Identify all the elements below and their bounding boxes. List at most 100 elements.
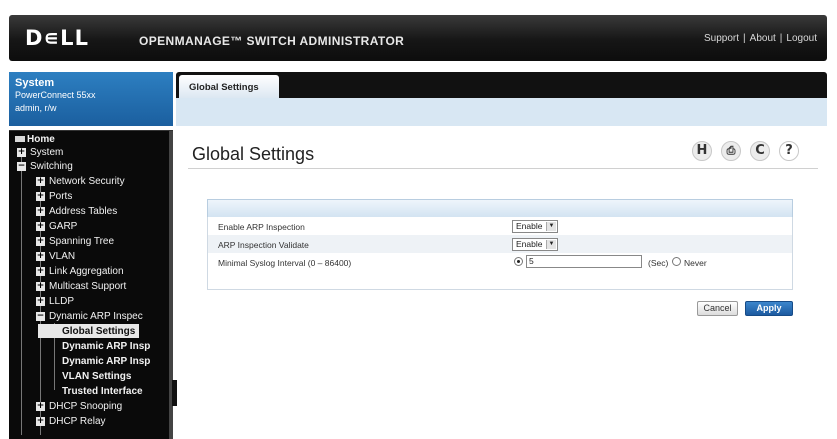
system-info-box: System PowerConnect 55xx admin, r/w — [9, 72, 173, 126]
apply-button[interactable]: Apply — [745, 301, 793, 316]
tree-label: Dynamic ARP Insp — [62, 340, 151, 352]
tree-label: GARP — [49, 220, 78, 232]
dropdown-arrow-icon: ▼ — [546, 222, 556, 231]
form-header — [207, 199, 793, 217]
tab-global-settings[interactable]: Global Settings — [179, 75, 279, 98]
user-info: admin, r/w — [15, 103, 57, 113]
never-radio[interactable] — [672, 257, 681, 266]
panel-splitter[interactable] — [172, 380, 177, 406]
tree-item-vlan-settings[interactable]: VLAN Settings — [62, 369, 131, 383]
row-label: ARP Inspection Validate — [218, 240, 309, 250]
tree-item-garp[interactable]: + GARP — [36, 219, 77, 233]
home-icon — [15, 136, 25, 142]
expand-icon[interactable]: + — [36, 221, 45, 231]
tree-item-dynamic-arp-insp-1[interactable]: Dynamic ARP Insp — [62, 339, 150, 353]
tree-item-spanning-tree[interactable]: + Spanning Tree — [36, 234, 114, 248]
tree-label: LLDP — [49, 295, 75, 307]
tree-item-dhcp-relay[interactable]: + DHCP Relay — [36, 414, 106, 428]
tree-label: Switching — [30, 160, 73, 172]
tree-item-network-security[interactable]: + Network Security — [36, 174, 125, 188]
form-row-empty — [207, 271, 793, 289]
tree-label: Link Aggregation — [49, 265, 124, 277]
tree-label: Global Settings — [62, 325, 136, 337]
collapse-icon[interactable]: − — [36, 311, 45, 321]
tree-label: VLAN — [49, 250, 76, 262]
cancel-button[interactable]: Cancel — [697, 301, 738, 316]
tree-label: Dynamic ARP Inspec — [49, 310, 143, 322]
tab-bar: Global Settings — [176, 72, 827, 98]
form-bottom-border — [207, 289, 793, 290]
tree-item-address-tables[interactable]: + Address Tables — [36, 204, 117, 218]
select-value: Enable — [516, 239, 543, 249]
tree-item-ports[interactable]: + Ports — [36, 189, 72, 203]
tree-label: VLAN Settings — [62, 370, 132, 382]
tree-label: Multicast Support — [49, 280, 127, 292]
tree-item-dhcp-snooping[interactable]: + DHCP Snooping — [36, 399, 122, 413]
row-label: Enable ARP Inspection — [218, 222, 305, 232]
about-link[interactable]: About — [750, 33, 776, 44]
tree-label: DHCP Relay — [49, 415, 106, 427]
unit-label: (Sec) — [648, 258, 669, 268]
device-name: PowerConnect 55xx — [15, 90, 96, 100]
tree-label: Address Tables — [49, 205, 118, 217]
tree-item-dynamic-arp-insp-2[interactable]: Dynamic ARP Insp — [62, 354, 150, 368]
arp-validate-select[interactable]: Enable ▼ — [512, 238, 558, 251]
form-row-enable-arp: Enable ARP Inspection Enable ▼ — [207, 217, 793, 235]
tree-label: Dynamic ARP Insp — [62, 355, 151, 367]
dropdown-arrow-icon: ▼ — [546, 240, 556, 249]
expand-icon[interactable]: + — [36, 416, 45, 426]
interval-value-radio[interactable] — [514, 257, 523, 266]
expand-icon[interactable]: + — [36, 281, 45, 291]
tree-item-vlan[interactable]: + VLAN — [36, 249, 75, 263]
syslog-interval-input[interactable]: 5 — [526, 255, 642, 268]
refresh-icon[interactable]: C — [750, 141, 770, 161]
tree-label: System — [30, 146, 64, 158]
tree-label: Network Security — [49, 175, 125, 187]
never-label: Never — [684, 258, 707, 268]
support-link[interactable]: Support — [704, 33, 739, 44]
tree-label: Spanning Tree — [49, 235, 115, 247]
form-row-arp-validate: ARP Inspection Validate Enable ▼ — [207, 235, 793, 253]
tree-item-dynamic-arp-inspection[interactable]: − Dynamic ARP Inspec — [36, 309, 143, 323]
print-icon[interactable]: ⎙ — [721, 141, 741, 161]
expand-icon[interactable]: + — [36, 206, 45, 216]
system-title: System — [15, 77, 55, 89]
tree-item-multicast-support[interactable]: + Multicast Support — [36, 279, 126, 293]
expand-icon[interactable]: + — [36, 191, 45, 201]
tree-item-trusted-interface[interactable]: Trusted Interface — [62, 384, 143, 398]
collapse-icon[interactable]: − — [17, 161, 26, 171]
expand-icon[interactable]: + — [36, 176, 45, 186]
expand-icon[interactable]: + — [36, 296, 45, 306]
row-label: Minimal Syslog Interval (0 – 86400) — [218, 258, 352, 268]
tree-item-link-aggregation[interactable]: + Link Aggregation — [36, 264, 124, 278]
help-icon[interactable]: ? — [779, 141, 799, 161]
expand-icon[interactable]: + — [17, 147, 26, 157]
expand-icon[interactable]: + — [36, 251, 45, 261]
dell-logo: D∊LL — [25, 26, 89, 50]
tree-label: DHCP Snooping — [49, 400, 123, 412]
tree-item-home[interactable]: Home — [15, 132, 55, 146]
top-links: Support | About | Logout — [704, 33, 817, 44]
link-separator: | — [779, 33, 783, 44]
select-value: Enable — [516, 221, 543, 231]
help-h-icon[interactable]: H — [692, 141, 712, 161]
navigation-tree: Home + System − Switching + Network Securit… — [9, 130, 173, 439]
tree-item-global-settings[interactable]: Global Settings — [38, 324, 140, 338]
tree-line — [21, 153, 22, 435]
expand-icon[interactable]: + — [36, 266, 45, 276]
tree-item-lldp[interactable]: + LLDP — [36, 294, 74, 308]
tree-label: Home — [27, 133, 55, 145]
tree-item-switching[interactable]: − Switching — [17, 159, 73, 173]
enable-arp-select[interactable]: Enable ▼ — [512, 220, 558, 233]
tab-strip — [176, 98, 827, 126]
sidebar: System PowerConnect 55xx admin, r/w Home… — [9, 72, 173, 439]
form-row-syslog-interval: Minimal Syslog Interval (0 – 86400) 5 (S… — [207, 253, 793, 271]
expand-icon[interactable]: + — [36, 236, 45, 246]
tree-item-system[interactable]: + System — [17, 145, 63, 159]
logout-link[interactable]: Logout — [786, 33, 817, 44]
tree-label: Trusted Interface — [62, 385, 143, 397]
title-divider — [188, 168, 818, 169]
expand-icon[interactable]: + — [36, 401, 45, 411]
link-separator: | — [743, 33, 746, 44]
app-title: OPENMANAGE™ SWITCH ADMINISTRATOR — [139, 34, 405, 48]
